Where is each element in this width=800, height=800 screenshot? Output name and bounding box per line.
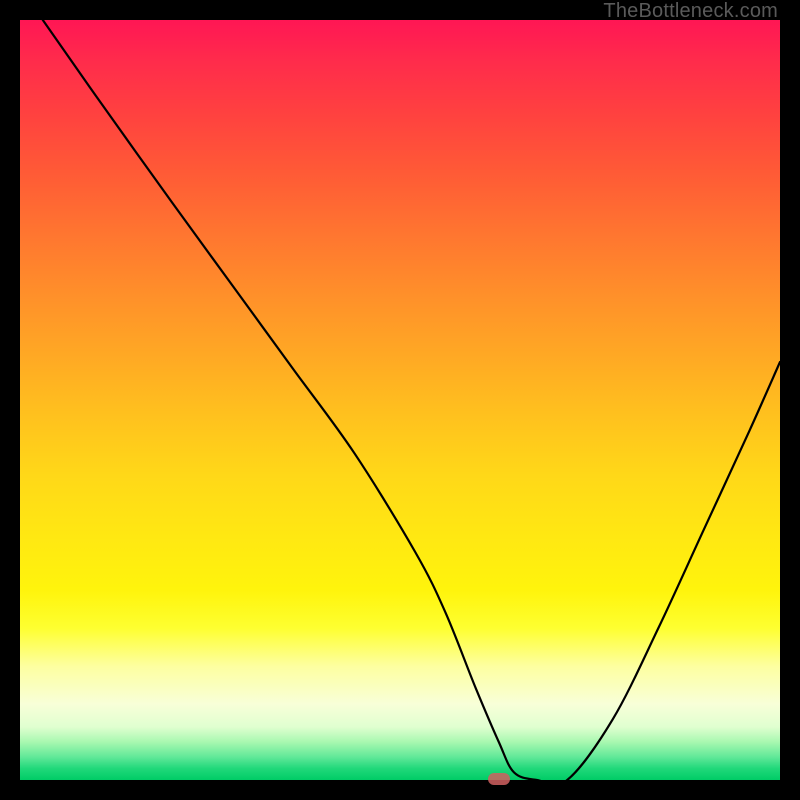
minimum-marker xyxy=(488,773,510,785)
bottleneck-curve xyxy=(20,20,780,780)
plot-area xyxy=(20,20,780,780)
chart-container: TheBottleneck.com xyxy=(0,0,800,800)
